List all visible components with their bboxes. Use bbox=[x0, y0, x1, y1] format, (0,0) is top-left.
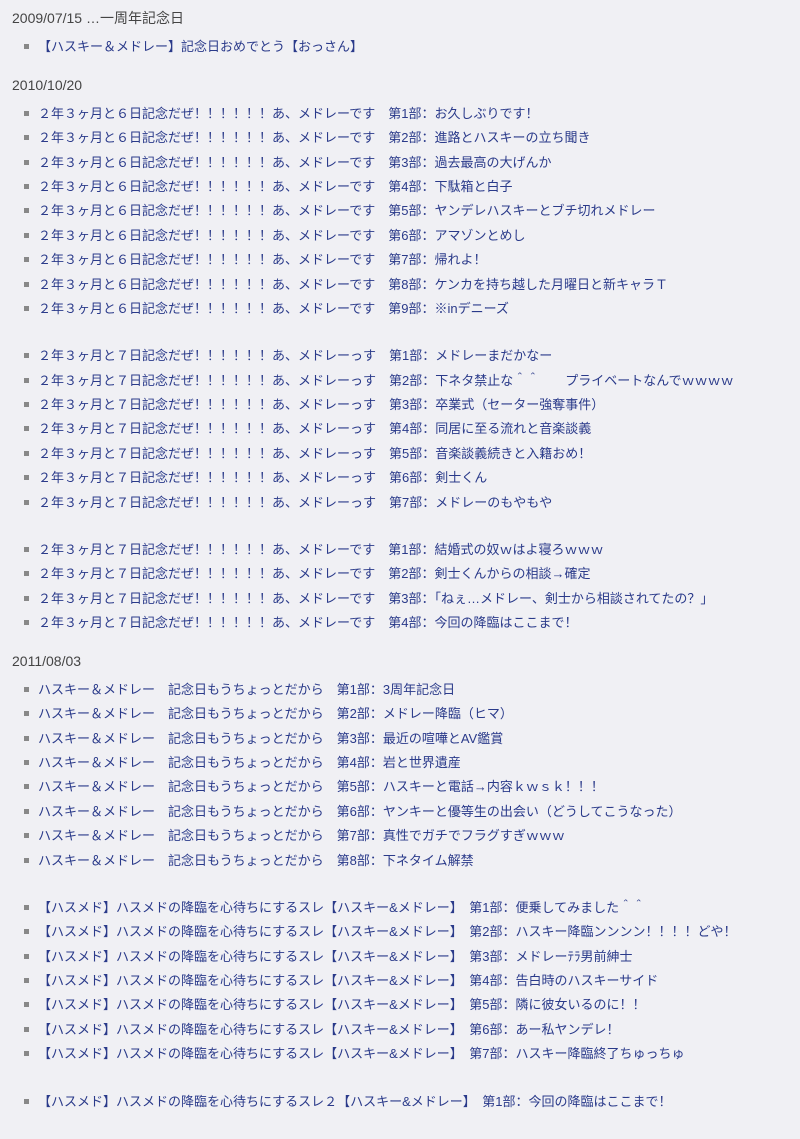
entry-link[interactable]: ハスキー＆メドレー 記念日もうちょっとだから 第6部：ヤンキーと優等生の出会い（… bbox=[38, 804, 681, 819]
group-gap bbox=[12, 326, 788, 344]
list-item: ハスキー＆メドレー 記念日もうちょっとだから 第5部：ハスキーと電話→内容ｋｗｓ… bbox=[20, 775, 788, 798]
entry-link[interactable]: ２年３ヶ月と７日記念だぜ！！！！！！あ、メドレーっす 第3部：卒業式（セーター強… bbox=[38, 397, 604, 412]
list-item: ２年３ヶ月と７日記念だぜ！！！！！！あ、メドレーです 第2部：剣士くんからの相談… bbox=[20, 562, 788, 585]
list-item: 【ハスメド】ハスメドの降臨を心待ちにするスレ【ハスキー&メドレー】 第6部：あー… bbox=[20, 1018, 788, 1041]
list-item: ２年３ヶ月と７日記念だぜ！！！！！！あ、メドレーっす 第6部：剣士くん bbox=[20, 466, 788, 489]
list-item: ハスキー＆メドレー 記念日もうちょっとだから 第3部：最近の喧嘩とAV鑑賞 bbox=[20, 727, 788, 750]
list-item: ハスキー＆メドレー 記念日もうちょっとだから 第1部：3周年記念日 bbox=[20, 678, 788, 701]
entry-link[interactable]: 【ハスメド】ハスメドの降臨を心待ちにするスレ【ハスキー&メドレー】 第2部：ハス… bbox=[38, 924, 737, 939]
list-item: ２年３ヶ月と７日記念だぜ！！！！！！あ、メドレーっす 第5部：音楽談義続きと入籍… bbox=[20, 442, 788, 465]
entry-link[interactable]: 【ハスメド】ハスメドの降臨を心待ちにするスレ【ハスキー&メドレー】 第5部：隣に… bbox=[38, 997, 646, 1012]
list-item: ２年３ヶ月と６日記念だぜ！！！！！！あ、メドレーです 第2部：進路とハスキーの立… bbox=[20, 126, 788, 149]
entry-link[interactable]: 【ハスメド】ハスメドの降臨を心待ちにするスレ【ハスキー&メドレー】 第4部：告白… bbox=[38, 973, 658, 988]
entry-link[interactable]: 【ハスメド】ハスメドの降臨を心待ちにするスレ【ハスキー&メドレー】 第1部：便乗… bbox=[38, 900, 645, 915]
link-list: 【ハスキー＆メドレー】記念日おめでとう【おっさん】 bbox=[20, 35, 788, 58]
entry-link[interactable]: ２年３ヶ月と６日記念だぜ！！！！！！あ、メドレーです 第3部：過去最高の大げんか bbox=[38, 155, 551, 170]
entry-link[interactable]: ２年３ヶ月と６日記念だぜ！！！！！！あ、メドレーです 第9部：※inデニーズ bbox=[38, 301, 509, 316]
entry-link[interactable]: ２年３ヶ月と７日記念だぜ！！！！！！あ、メドレーっす 第5部：音楽談義続きと入籍… bbox=[38, 446, 591, 461]
list-item: ２年３ヶ月と６日記念だぜ！！！！！！あ、メドレーです 第5部：ヤンデレハスキーと… bbox=[20, 199, 788, 222]
entry-link[interactable]: ２年３ヶ月と６日記念だぜ！！！！！！あ、メドレーです 第7部：帰れよ！ bbox=[38, 252, 486, 267]
entry-link[interactable]: 【ハスメド】ハスメドの降臨を心待ちにするスレ【ハスキー&メドレー】 第3部：メド… bbox=[38, 949, 633, 964]
section-heading: 2010/10/20 bbox=[12, 73, 788, 98]
list-item: ２年３ヶ月と６日記念だぜ！！！！！！あ、メドレーです 第3部：過去最高の大げんか bbox=[20, 151, 788, 174]
entry-link[interactable]: ２年３ヶ月と６日記念だぜ！！！！！！あ、メドレーです 第5部：ヤンデレハスキーと… bbox=[38, 203, 655, 218]
list-item: ２年３ヶ月と６日記念だぜ！！！！！！あ、メドレーです 第9部：※inデニーズ bbox=[20, 297, 788, 320]
entry-link[interactable]: 【ハスメド】ハスメドの降臨を心待ちにするスレ【ハスキー&メドレー】 第7部：ハス… bbox=[38, 1046, 685, 1061]
entry-link[interactable]: ハスキー＆メドレー 記念日もうちょっとだから 第2部：メドレー降臨（ヒマ） bbox=[38, 706, 513, 721]
link-list: ２年３ヶ月と６日記念だぜ！！！！！！あ、メドレーです 第1部：お久しぶりです！ ２… bbox=[20, 102, 788, 321]
list-item: ハスキー＆メドレー 記念日もうちょっとだから 第8部：下ネタイム解禁 bbox=[20, 849, 788, 872]
list-item: ２年３ヶ月と６日記念だぜ！！！！！！あ、メドレーです 第8部：ケンカを持ち越した… bbox=[20, 273, 788, 296]
entry-link[interactable]: ２年３ヶ月と６日記念だぜ！！！！！！あ、メドレーです 第8部：ケンカを持ち越した… bbox=[38, 277, 668, 292]
entry-link[interactable]: ハスキー＆メドレー 記念日もうちょっとだから 第4部：岩と世界遺産 bbox=[38, 755, 461, 770]
list-item: 【ハスメド】ハスメドの降臨を心待ちにするスレ【ハスキー&メドレー】 第1部：便乗… bbox=[20, 896, 788, 919]
entry-link[interactable]: 【ハスメド】ハスメドの降臨を心待ちにするスレ【ハスキー&メドレー】 第6部：あー… bbox=[38, 1022, 620, 1037]
entry-link[interactable]: ２年３ヶ月と７日記念だぜ！！！！！！あ、メドレーです 第4部：今回の降臨はここま… bbox=[38, 615, 577, 630]
link-list: ハスキー＆メドレー 記念日もうちょっとだから 第1部：3周年記念日ハスキー＆メド… bbox=[20, 678, 788, 872]
link-list: 【ハスメド】ハスメドの降臨を心待ちにするスレ２【ハスキー&メドレー】 第1部：今… bbox=[20, 1090, 788, 1113]
list-item: 【ハスメド】ハスメドの降臨を心待ちにするスレ【ハスキー&メドレー】 第2部：ハス… bbox=[20, 920, 788, 943]
list-item: 【ハスメド】ハスメドの降臨を心待ちにするスレ【ハスキー&メドレー】 第7部：ハス… bbox=[20, 1042, 788, 1065]
list-item: ハスキー＆メドレー 記念日もうちょっとだから 第7部：真性でガチでフラグすぎｗｗ… bbox=[20, 824, 788, 847]
list-item: ハスキー＆メドレー 記念日もうちょっとだから 第4部：岩と世界遺産 bbox=[20, 751, 788, 774]
entry-link[interactable]: ２年３ヶ月と７日記念だぜ！！！！！！あ、メドレーっす 第6部：剣士くん bbox=[38, 470, 487, 485]
group-gap bbox=[12, 520, 788, 538]
list-item: ２年３ヶ月と７日記念だぜ！！！！！！あ、メドレーっす 第7部：メドレーのもやもや bbox=[20, 491, 788, 514]
group-gap bbox=[12, 878, 788, 896]
list-item: ２年３ヶ月と６日記念だぜ！！！！！！あ、メドレーです 第1部：お久しぶりです！ bbox=[20, 102, 788, 125]
list-item: ２年３ヶ月と７日記念だぜ！！！！！！あ、メドレーです 第4部：今回の降臨はここま… bbox=[20, 611, 788, 634]
list-item: 【ハスメド】ハスメドの降臨を心待ちにするスレ【ハスキー&メドレー】 第5部：隣に… bbox=[20, 993, 788, 1016]
entry-link[interactable]: ２年３ヶ月と７日記念だぜ！！！！！！あ、メドレーっす 第2部：下ネタ禁止な＾＾ … bbox=[38, 373, 734, 388]
entry-link[interactable]: ２年３ヶ月と７日記念だぜ！！！！！！あ、メドレーです 第3部：「ねぇ…メドレー、… bbox=[38, 591, 713, 606]
list-item: 【ハスキー＆メドレー】記念日おめでとう【おっさん】 bbox=[20, 35, 788, 58]
list-item: ２年３ヶ月と６日記念だぜ！！！！！！あ、メドレーです 第4部：下駄箱と白子 bbox=[20, 175, 788, 198]
section-heading: 2009/07/15 …一周年記念日 bbox=[12, 6, 788, 31]
entry-link[interactable]: ２年３ヶ月と７日記念だぜ！！！！！！あ、メドレーです 第2部：剣士くんからの相談… bbox=[38, 566, 590, 581]
list-item: ２年３ヶ月と７日記念だぜ！！！！！！あ、メドレーっす 第2部：下ネタ禁止な＾＾ … bbox=[20, 369, 788, 392]
list-item: ２年３ヶ月と７日記念だぜ！！！！！！あ、メドレーです 第1部：結婚式の奴ｗはよ寝… bbox=[20, 538, 788, 561]
list-item: ２年３ヶ月と７日記念だぜ！！！！！！あ、メドレーっす 第3部：卒業式（セーター強… bbox=[20, 393, 788, 416]
entry-link[interactable]: 【ハスメド】ハスメドの降臨を心待ちにするスレ２【ハスキー&メドレー】 第1部：今… bbox=[38, 1094, 672, 1109]
list-item: ２年３ヶ月と７日記念だぜ！！！！！！あ、メドレーです 第3部：「ねぇ…メドレー、… bbox=[20, 587, 788, 610]
list-item: ２年３ヶ月と６日記念だぜ！！！！！！あ、メドレーです 第6部：アマゾンとめし bbox=[20, 224, 788, 247]
list-item: 【ハスメド】ハスメドの降臨を心待ちにするスレ【ハスキー&メドレー】 第4部：告白… bbox=[20, 969, 788, 992]
list-item: ２年３ヶ月と６日記念だぜ！！！！！！あ、メドレーです 第7部：帰れよ！ bbox=[20, 248, 788, 271]
entry-link[interactable]: ２年３ヶ月と６日記念だぜ！！！！！！あ、メドレーです 第6部：アマゾンとめし bbox=[38, 228, 525, 243]
entry-link[interactable]: ２年３ヶ月と６日記念だぜ！！！！！！あ、メドレーです 第2部：進路とハスキーの立… bbox=[38, 130, 590, 145]
list-item: ハスキー＆メドレー 記念日もうちょっとだから 第2部：メドレー降臨（ヒマ） bbox=[20, 702, 788, 725]
entry-link[interactable]: 【ハスキー＆メドレー】記念日おめでとう【おっさん】 bbox=[38, 39, 363, 54]
link-list: 【ハスメド】ハスメドの降臨を心待ちにするスレ【ハスキー&メドレー】 第1部：便乗… bbox=[20, 896, 788, 1066]
list-item: ２年３ヶ月と７日記念だぜ！！！！！！あ、メドレーっす 第1部：メドレーまだかなー bbox=[20, 344, 788, 367]
link-list: ２年３ヶ月と７日記念だぜ！！！！！！あ、メドレーです 第1部：結婚式の奴ｗはよ寝… bbox=[20, 538, 788, 635]
entry-link[interactable]: ハスキー＆メドレー 記念日もうちょっとだから 第7部：真性でガチでフラグすぎｗｗ… bbox=[38, 828, 565, 843]
entry-link[interactable]: ２年３ヶ月と６日記念だぜ！！！！！！あ、メドレーです 第4部：下駄箱と白子 bbox=[38, 179, 512, 194]
entry-link[interactable]: ２年３ヶ月と６日記念だぜ！！！！！！あ、メドレーです 第1部：お久しぶりです！ bbox=[38, 106, 538, 121]
group-gap bbox=[12, 1072, 788, 1090]
entry-link[interactable]: ハスキー＆メドレー 記念日もうちょっとだから 第5部：ハスキーと電話→内容ｋｗｓ… bbox=[38, 779, 604, 794]
list-item: 【ハスメド】ハスメドの降臨を心待ちにするスレ２【ハスキー&メドレー】 第1部：今… bbox=[20, 1090, 788, 1113]
entry-link[interactable]: ハスキー＆メドレー 記念日もうちょっとだから 第1部：3周年記念日 bbox=[38, 682, 455, 697]
entry-link[interactable]: ２年３ヶ月と７日記念だぜ！！！！！！あ、メドレーっす 第4部：同居に至る流れと音… bbox=[38, 421, 591, 436]
link-list: ２年３ヶ月と７日記念だぜ！！！！！！あ、メドレーっす 第1部：メドレーまだかなー… bbox=[20, 344, 788, 514]
entry-link[interactable]: ２年３ヶ月と７日記念だぜ！！！！！！あ、メドレーです 第1部：結婚式の奴ｗはよ寝… bbox=[38, 542, 603, 557]
entry-link[interactable]: ２年３ヶ月と７日記念だぜ！！！！！！あ、メドレーっす 第1部：メドレーまだかなー bbox=[38, 348, 552, 363]
list-item: ２年３ヶ月と７日記念だぜ！！！！！！あ、メドレーっす 第4部：同居に至る流れと音… bbox=[20, 417, 788, 440]
section-heading: 2011/08/03 bbox=[12, 649, 788, 674]
list-item: ハスキー＆メドレー 記念日もうちょっとだから 第6部：ヤンキーと優等生の出会い（… bbox=[20, 800, 788, 823]
entry-link[interactable]: ２年３ヶ月と７日記念だぜ！！！！！！あ、メドレーっす 第7部：メドレーのもやもや bbox=[38, 495, 552, 510]
entry-link[interactable]: ハスキー＆メドレー 記念日もうちょっとだから 第8部：下ネタイム解禁 bbox=[38, 853, 474, 868]
entry-link[interactable]: ハスキー＆メドレー 記念日もうちょっとだから 第3部：最近の喧嘩とAV鑑賞 bbox=[38, 731, 503, 746]
list-item: 【ハスメド】ハスメドの降臨を心待ちにするスレ【ハスキー&メドレー】 第3部：メド… bbox=[20, 945, 788, 968]
